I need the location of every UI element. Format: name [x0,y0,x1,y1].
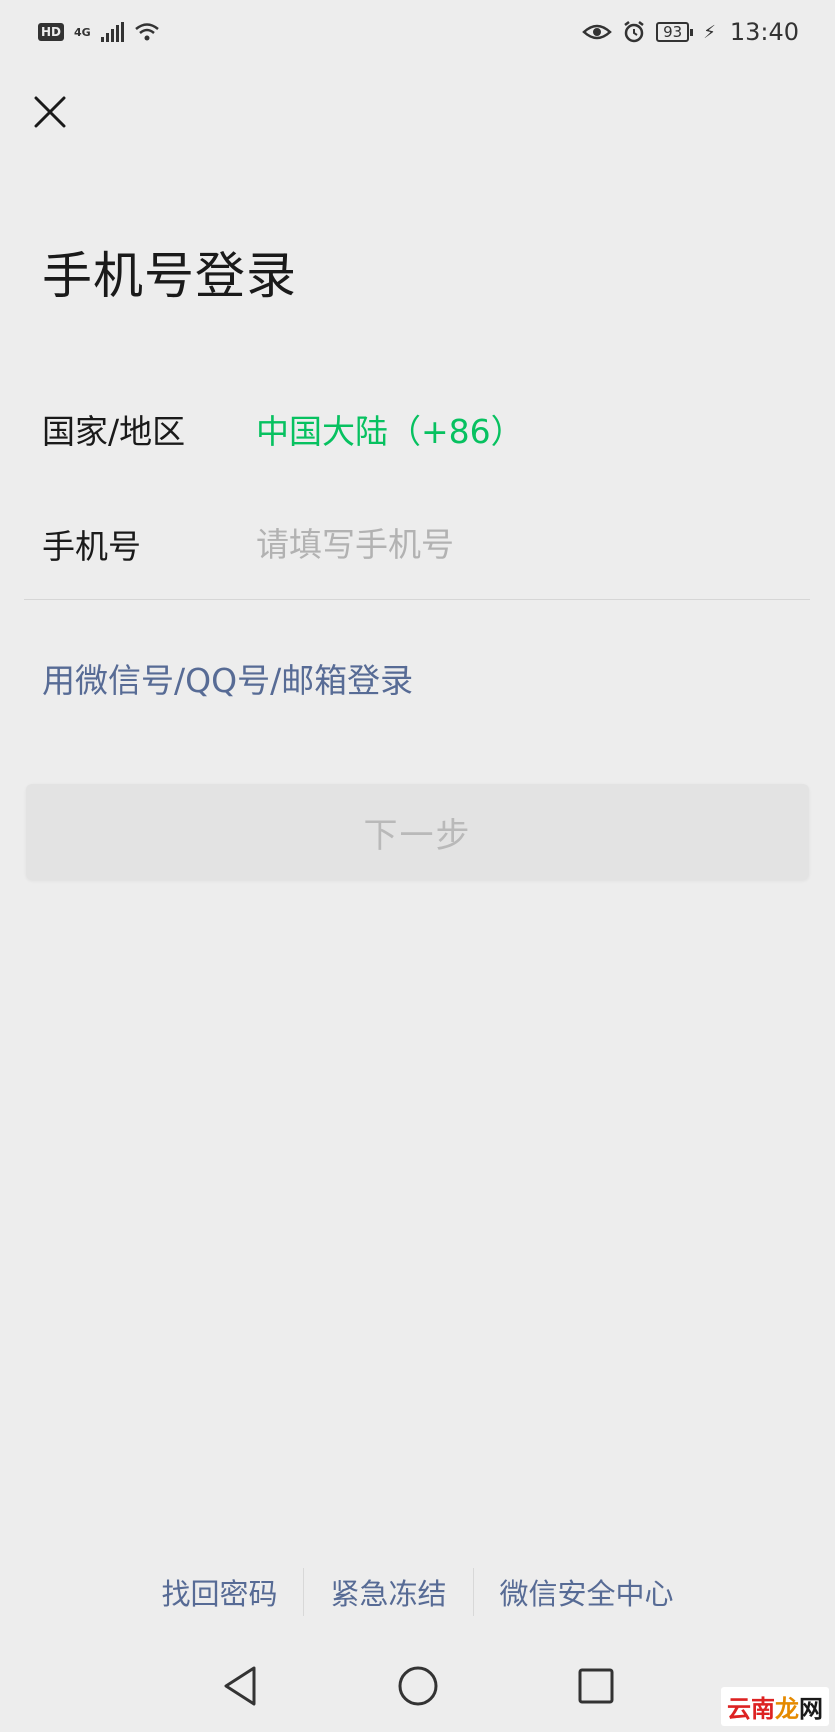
nav-recents-button[interactable] [572,1662,620,1710]
security-center-link[interactable]: 微信安全中心 [474,1571,700,1613]
charging-icon: ⚡ [703,21,716,43]
phone-label: 手机号 [42,527,141,566]
next-button[interactable]: 下一步 [26,784,809,880]
alt-login-link[interactable]: 用微信号/QQ号/邮箱登录 [42,654,413,702]
page-title: 手机号登录 [42,247,297,305]
emergency-freeze-link[interactable]: 紧急冻结 [304,1571,472,1613]
watermark-logo: 云南龙网 [721,1687,829,1726]
wifi-icon [134,23,159,41]
status-bar: HD 4G 93 ⚡ 13:40 [0,0,835,64]
phone-row: 手机号 [42,520,796,568]
recents-square-icon [578,1668,613,1704]
eye-comfort-icon [582,24,612,40]
nav-home-button[interactable] [394,1662,442,1710]
signal-icon [100,22,124,42]
divider [24,599,810,600]
status-bar-right: 93 ⚡ 13:40 [582,18,799,46]
status-bar-left: HD 4G [38,22,160,42]
close-button[interactable] [30,92,70,132]
region-label: 国家/地区 [42,412,186,451]
hd-badge: HD [38,23,65,41]
nav-back-button[interactable] [216,1662,264,1710]
phone-number-input[interactable] [256,524,796,564]
recover-password-link[interactable]: 找回密码 [135,1571,303,1613]
battery-indicator: 93 [656,22,694,42]
network-type: 4G [74,25,91,39]
region-selector[interactable]: 中国大陆（+86） [256,405,524,453]
system-nav-bar [0,1648,835,1724]
home-circle-icon [398,1666,437,1706]
back-triangle-icon [224,1666,255,1706]
alarm-icon [624,21,644,43]
region-row[interactable]: 国家/地区 中国大陆（+86） [42,405,524,453]
close-icon [34,96,66,128]
footer-links: 找回密码 紧急冻结 微信安全中心 [0,1568,835,1616]
status-time: 13:40 [729,18,799,46]
